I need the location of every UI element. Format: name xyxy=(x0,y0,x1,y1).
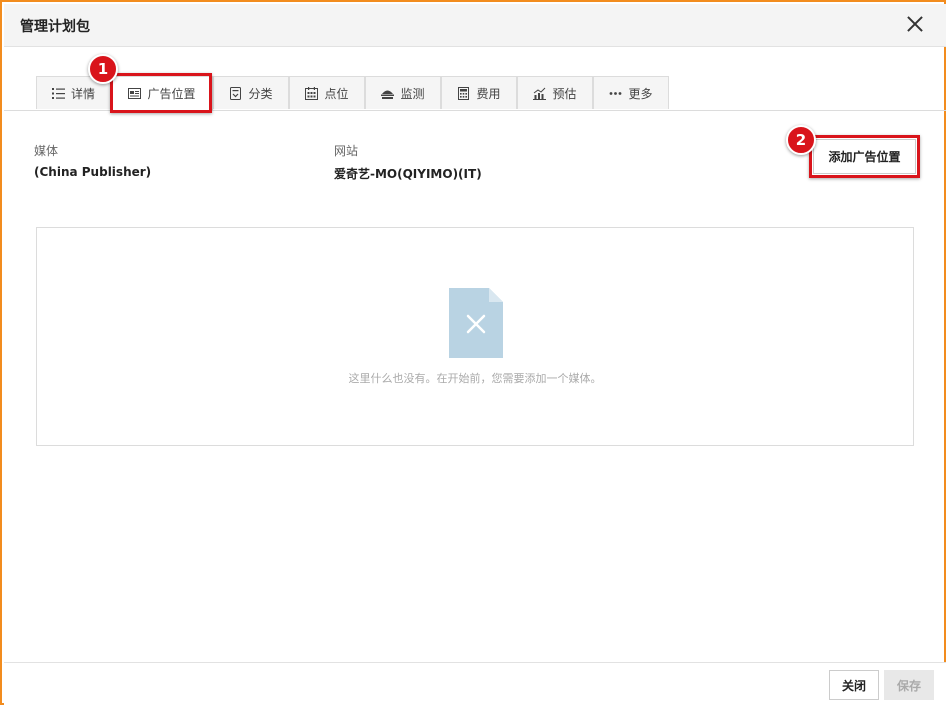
annotation-step-badge: 1 xyxy=(88,54,118,84)
list-icon xyxy=(51,87,65,99)
save-button[interactable]: 保存 xyxy=(884,670,934,700)
media-value: (China Publisher) xyxy=(34,165,152,179)
empty-state-message: 这里什么也没有。在开始前，您需要添加一个媒体。 xyxy=(348,372,602,385)
annotation-highlight-button xyxy=(809,135,920,178)
annotation-highlight-tab xyxy=(110,73,212,113)
monitor-icon xyxy=(381,90,395,99)
calculator-icon xyxy=(458,86,470,100)
tab-label: 监测 xyxy=(400,86,425,101)
tab-monitoring[interactable]: 监测 xyxy=(365,76,441,109)
annotation-step-badge: 2 xyxy=(786,125,816,155)
tab-cost[interactable]: 费用 xyxy=(441,76,517,109)
more-dots-icon xyxy=(610,91,622,95)
tab-label: 分类 xyxy=(248,86,273,101)
tab-points[interactable]: 点位 xyxy=(289,76,365,109)
empty-document-icon xyxy=(449,288,503,358)
tab-more[interactable]: 更多 xyxy=(593,76,669,109)
close-button[interactable]: 关闭 xyxy=(829,670,879,700)
close-icon[interactable] xyxy=(904,13,926,35)
calendar-icon xyxy=(305,86,319,100)
site-value: 爱奇艺-MO(QIYIMO)(IT) xyxy=(334,167,482,181)
dialog-window: 管理计划包 详情 广告位置 分类 点位 监测 费用 预估 更多 1 媒体 (Ch… xyxy=(0,0,946,706)
media-label: 媒体 xyxy=(34,144,59,158)
empty-state-panel: 这里什么也没有。在开始前，您需要添加一个媒体。 xyxy=(36,227,914,446)
tab-label: 点位 xyxy=(324,86,349,101)
dialog-title: 管理计划包 xyxy=(20,19,90,35)
tab-label: 费用 xyxy=(476,86,501,101)
chart-icon xyxy=(533,87,547,100)
tab-category[interactable]: 分类 xyxy=(213,76,289,109)
tab-label: 更多 xyxy=(628,86,653,101)
tab-label: 详情 xyxy=(70,86,95,101)
dialog-header: 管理计划包 xyxy=(4,4,946,47)
tab-forecast[interactable]: 预估 xyxy=(517,76,593,109)
dialog-footer: 关闭 保存 xyxy=(4,662,946,706)
site-label: 网站 xyxy=(334,144,359,158)
tab-label: 预估 xyxy=(552,86,577,101)
category-icon xyxy=(230,86,242,100)
